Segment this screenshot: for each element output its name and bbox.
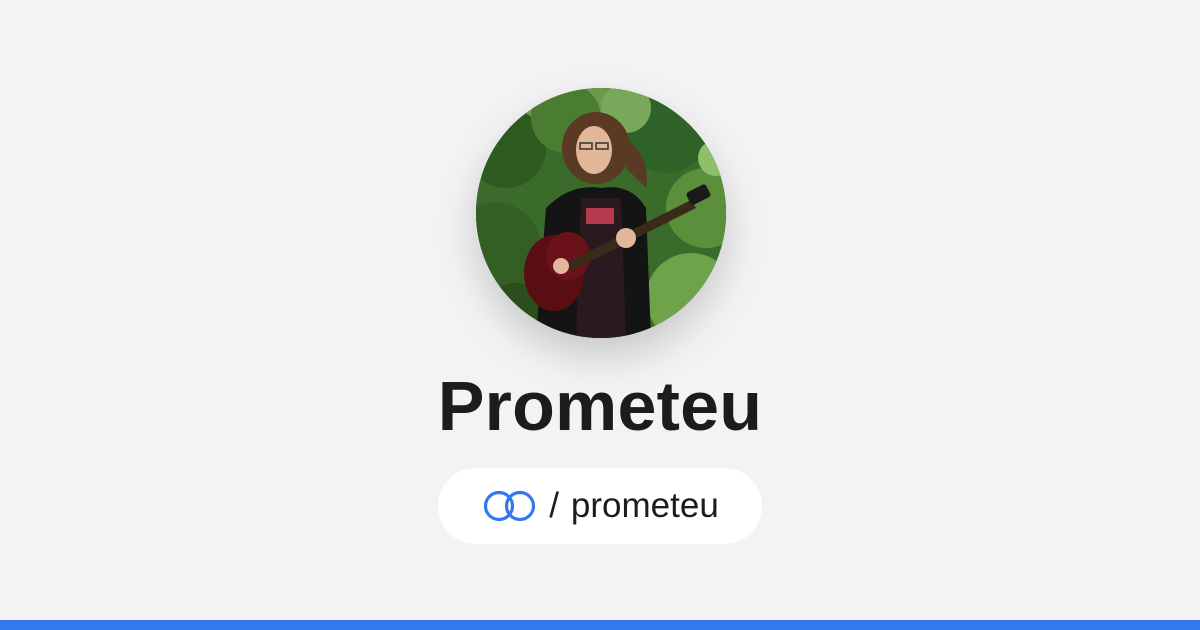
handle-username: prometeu <box>570 486 719 525</box>
profile-photo <box>476 88 726 338</box>
profile-handle-link[interactable]: / prometeu <box>438 468 762 544</box>
accent-bar <box>0 620 1200 630</box>
handle-text: / prometeu <box>549 486 719 526</box>
handle-separator: / <box>549 486 559 525</box>
avatar <box>476 88 726 338</box>
display-name: Prometeu <box>437 367 763 445</box>
linked-rings-icon <box>481 488 539 524</box>
